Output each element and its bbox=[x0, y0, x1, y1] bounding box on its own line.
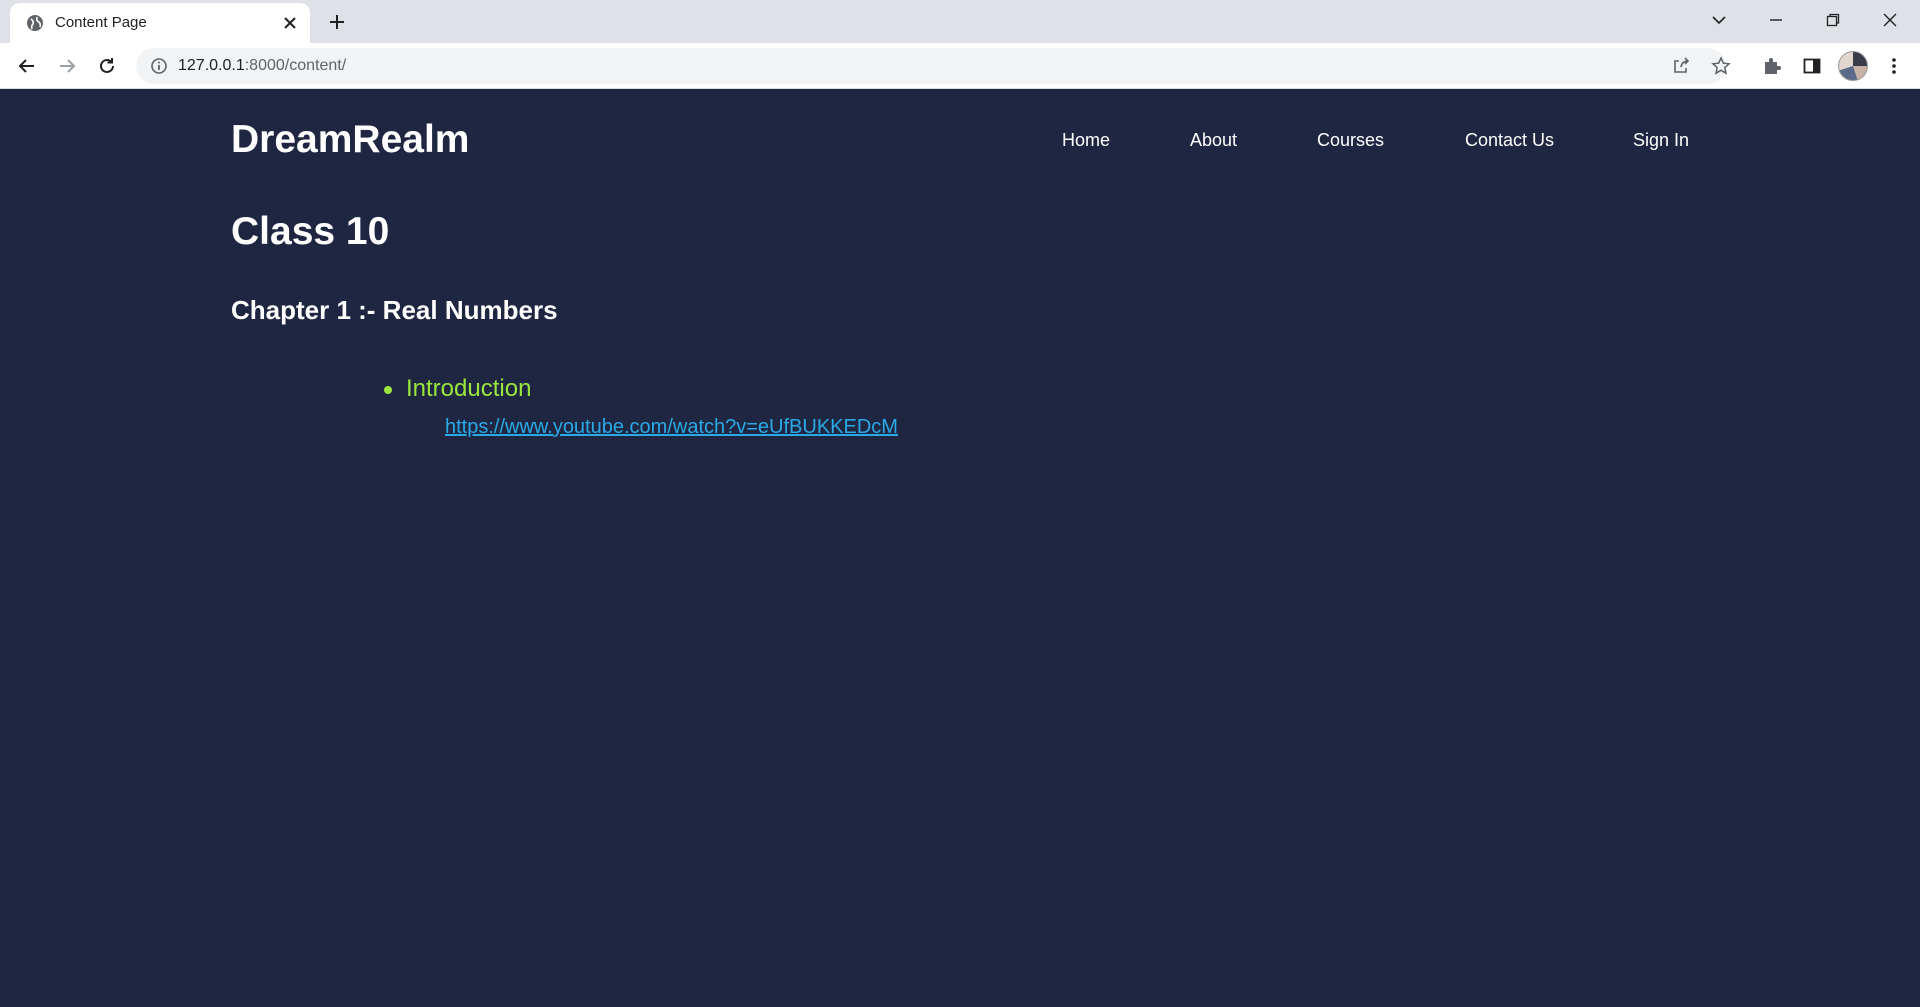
nav-about[interactable]: About bbox=[1190, 129, 1237, 151]
site-brand-logo[interactable]: DreamRealm bbox=[231, 117, 469, 162]
globe-icon bbox=[25, 13, 45, 33]
nav-courses[interactable]: Courses bbox=[1317, 129, 1384, 151]
list-bullet bbox=[384, 386, 392, 394]
page-content: DreamRealm Home About Courses Contact Us… bbox=[0, 89, 1920, 1007]
tab-title: Content Page bbox=[55, 14, 147, 31]
browser-tab[interactable]: Content Page bbox=[10, 3, 310, 43]
close-tab-icon[interactable] bbox=[280, 13, 300, 33]
share-icon[interactable] bbox=[1670, 55, 1692, 77]
new-tab-icon[interactable] bbox=[326, 11, 348, 33]
close-window-icon[interactable] bbox=[1872, 6, 1908, 34]
topic-video-link[interactable]: https://www.youtube.com/watch?v=eUfBUKKE… bbox=[445, 415, 898, 439]
profile-avatar[interactable] bbox=[1838, 51, 1868, 81]
bookmark-star-icon[interactable] bbox=[1710, 55, 1732, 77]
back-arrow-icon[interactable] bbox=[12, 51, 42, 81]
side-panel-icon[interactable] bbox=[1800, 54, 1824, 78]
chapter-title: Chapter 1 :- Real Numbers bbox=[231, 295, 558, 325]
extensions-puzzle-icon[interactable] bbox=[1760, 54, 1784, 78]
nav-sign-in[interactable]: Sign In bbox=[1633, 129, 1689, 151]
address-url[interactable]: 127.0.0.1:8000/content/ bbox=[178, 56, 346, 76]
topic-title: Introduction bbox=[406, 375, 532, 402]
nav-contact-us[interactable]: Contact Us bbox=[1465, 129, 1554, 151]
reload-icon[interactable] bbox=[92, 51, 122, 81]
browser-toolbar: 127.0.0.1:8000/content/ bbox=[0, 43, 1920, 89]
more-menu-icon[interactable] bbox=[1882, 54, 1906, 78]
tab-search-chevron-icon[interactable] bbox=[1701, 6, 1737, 34]
nav-home[interactable]: Home bbox=[1062, 129, 1110, 151]
forward-arrow-icon[interactable] bbox=[52, 51, 82, 81]
restore-icon[interactable] bbox=[1815, 6, 1851, 34]
class-title: Class 10 bbox=[231, 210, 390, 253]
site-info-icon[interactable] bbox=[150, 57, 168, 75]
minimize-icon[interactable] bbox=[1758, 6, 1794, 34]
browser-tab-strip: Content Page bbox=[0, 0, 1920, 43]
address-bar[interactable]: 127.0.0.1:8000/content/ bbox=[136, 48, 1731, 84]
